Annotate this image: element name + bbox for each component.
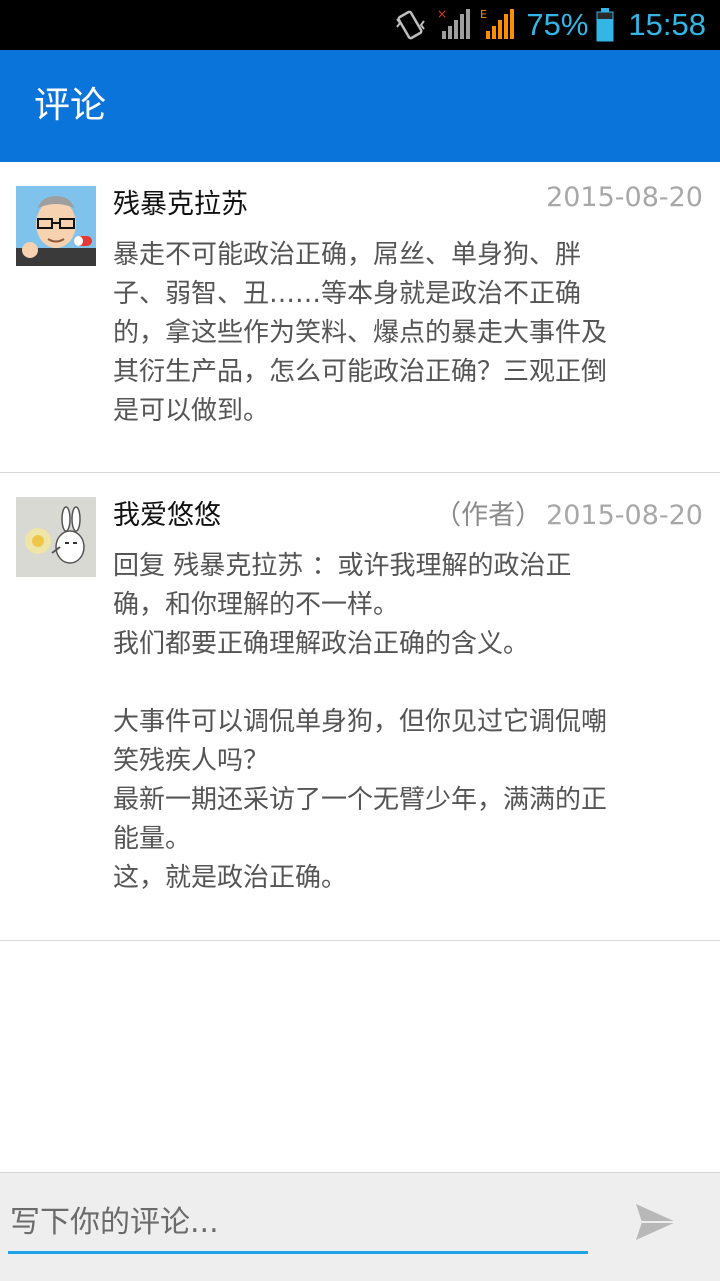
author-tag: （作者） — [434, 500, 543, 531]
comment-date: 2015-08-20 — [546, 500, 703, 531]
status-bar: × E 75% 15:58 — [0, 0, 720, 50]
battery-icon — [596, 8, 614, 42]
comment-item[interactable]: 我爱悠悠 （作者） 2015-08-20 回复 残暴克拉苏 ：或许我理解的政治正 … — [0, 473, 720, 941]
app-bar: 评论 — [0, 50, 720, 162]
svg-text:×: × — [437, 7, 447, 21]
comment-text: 回复 残暴克拉苏 ：或许我理解的政治正 确，和你理解的不一样。 我们都要正确理解… — [113, 551, 608, 893]
vibrate-icon — [394, 7, 428, 43]
clock: 15:58 — [628, 7, 706, 42]
comment-input-bar — [0, 1172, 720, 1281]
signal-edge-icon: E — [480, 7, 516, 43]
signal-no-sim-icon: × — [436, 7, 472, 43]
comment-input[interactable] — [8, 1193, 588, 1254]
cartoon-man-avatar[interactable] — [16, 186, 96, 266]
comment-meta: 2015-08-20 — [542, 182, 703, 213]
comment-meta: （作者） 2015-08-20 — [434, 493, 703, 532]
page-title: 评论 — [34, 85, 107, 126]
battery-percent: 75% — [526, 7, 589, 42]
comment-item[interactable]: 残暴克拉苏 2015-08-20 暴走不可能政治正确，屌丝、单身狗、胖 子、弱智… — [0, 162, 720, 473]
comment-author[interactable]: 残暴克拉苏 — [113, 182, 248, 221]
send-button[interactable] — [628, 1199, 684, 1249]
cartoon-rabbit-avatar[interactable] — [16, 497, 96, 577]
svg-text:E: E — [480, 8, 487, 21]
comment-date: 2015-08-20 — [546, 182, 703, 213]
status-bar-right: × E 75% 15:58 — [386, 0, 706, 50]
comment-text: 暴走不可能政治正确，屌丝、单身狗、胖 子、弱智、丑……等本身就是政治不正确 的，… — [113, 240, 608, 426]
comment-list: 残暴克拉苏 2015-08-20 暴走不可能政治正确，屌丝、单身狗、胖 子、弱智… — [0, 162, 720, 941]
comment-author[interactable]: 我爱悠悠 — [113, 493, 221, 532]
send-icon — [634, 1202, 678, 1246]
